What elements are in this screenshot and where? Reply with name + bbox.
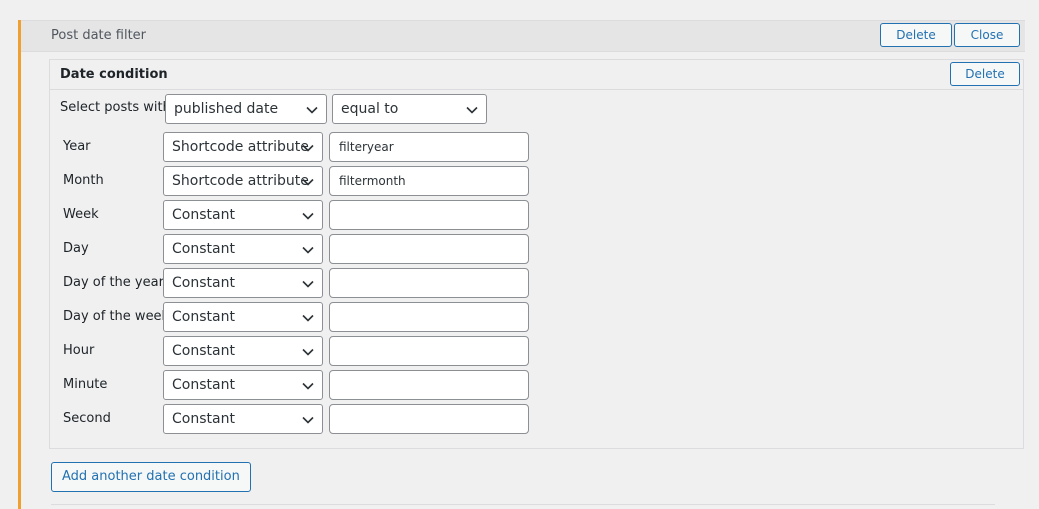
row-label-minute: Minute	[63, 377, 108, 392]
second-value-input[interactable]	[329, 404, 529, 434]
comparison-select[interactable]: equal to	[332, 94, 487, 124]
panel-close-button[interactable]: Close	[954, 23, 1020, 47]
week-source-select[interactable]: Constant	[163, 200, 323, 230]
month-value-input[interactable]: filtermonth	[329, 166, 529, 196]
day-of-week-value-input[interactable]	[329, 302, 529, 332]
hour-value-input[interactable]	[329, 336, 529, 366]
year-source-value: Shortcode attribute	[172, 139, 309, 155]
post-date-filter-panel: Post date filter Delete Close Date condi…	[18, 20, 1025, 509]
hour-source-select[interactable]: Constant	[163, 336, 323, 366]
year-source-select[interactable]: Shortcode attribute	[163, 132, 323, 162]
panel-header: Post date filter Delete Close	[21, 20, 1025, 52]
row-label-day: Day	[63, 241, 89, 256]
panel-title: Post date filter	[51, 28, 147, 43]
day-of-year-source-select[interactable]: Constant	[163, 268, 323, 298]
week-source-value: Constant	[172, 207, 235, 223]
hour-source-value: Constant	[172, 343, 235, 359]
condition-delete-button[interactable]: Delete	[950, 62, 1020, 86]
chevron-down-icon	[302, 246, 314, 254]
date-condition-header: Date condition Delete	[50, 60, 1023, 90]
minute-value-input[interactable]	[329, 370, 529, 400]
add-date-condition-button[interactable]: Add another date condition	[51, 462, 251, 492]
date-field-select[interactable]: published date	[165, 94, 327, 124]
row-label-day-of-week: Day of the week	[63, 309, 170, 324]
chevron-down-icon	[302, 416, 314, 424]
row-label-month: Month	[63, 173, 104, 188]
row-label-hour: Hour	[63, 343, 95, 358]
week-value-input[interactable]	[329, 200, 529, 230]
date-condition-title: Date condition	[60, 67, 168, 82]
chevron-down-icon	[302, 178, 314, 186]
second-source-select[interactable]: Constant	[163, 404, 323, 434]
row-label-day-of-year: Day of the year	[63, 275, 164, 290]
day-of-year-source-value: Constant	[172, 275, 235, 291]
chevron-down-icon	[306, 106, 318, 114]
comparison-value: equal to	[341, 101, 399, 117]
minute-source-value: Constant	[172, 377, 235, 393]
day-of-week-source-value: Constant	[172, 309, 235, 325]
date-field-value: published date	[174, 101, 279, 117]
chevron-down-icon	[302, 314, 314, 322]
year-value-input[interactable]: filteryear	[329, 132, 529, 162]
row-label-second: Second	[63, 411, 111, 426]
month-source-select[interactable]: Shortcode attribute	[163, 166, 323, 196]
chevron-down-icon	[302, 382, 314, 390]
select-posts-label: Select posts with	[60, 100, 171, 115]
row-label-year: Year	[63, 139, 91, 154]
day-of-year-value-input[interactable]	[329, 268, 529, 298]
second-source-value: Constant	[172, 411, 235, 427]
row-label-week: Week	[63, 207, 99, 222]
panel-delete-button[interactable]: Delete	[880, 23, 952, 47]
minute-source-select[interactable]: Constant	[163, 370, 323, 400]
month-source-value: Shortcode attribute	[172, 173, 309, 189]
chevron-down-icon	[466, 106, 478, 114]
day-of-week-source-select[interactable]: Constant	[163, 302, 323, 332]
chevron-down-icon	[302, 348, 314, 356]
day-value-input[interactable]	[329, 234, 529, 264]
chevron-down-icon	[302, 212, 314, 220]
date-condition-box: Date condition Delete Select posts with …	[49, 59, 1024, 449]
chevron-down-icon	[302, 280, 314, 288]
divider	[51, 504, 995, 505]
day-source-select[interactable]: Constant	[163, 234, 323, 264]
chevron-down-icon	[302, 144, 314, 152]
day-source-value: Constant	[172, 241, 235, 257]
